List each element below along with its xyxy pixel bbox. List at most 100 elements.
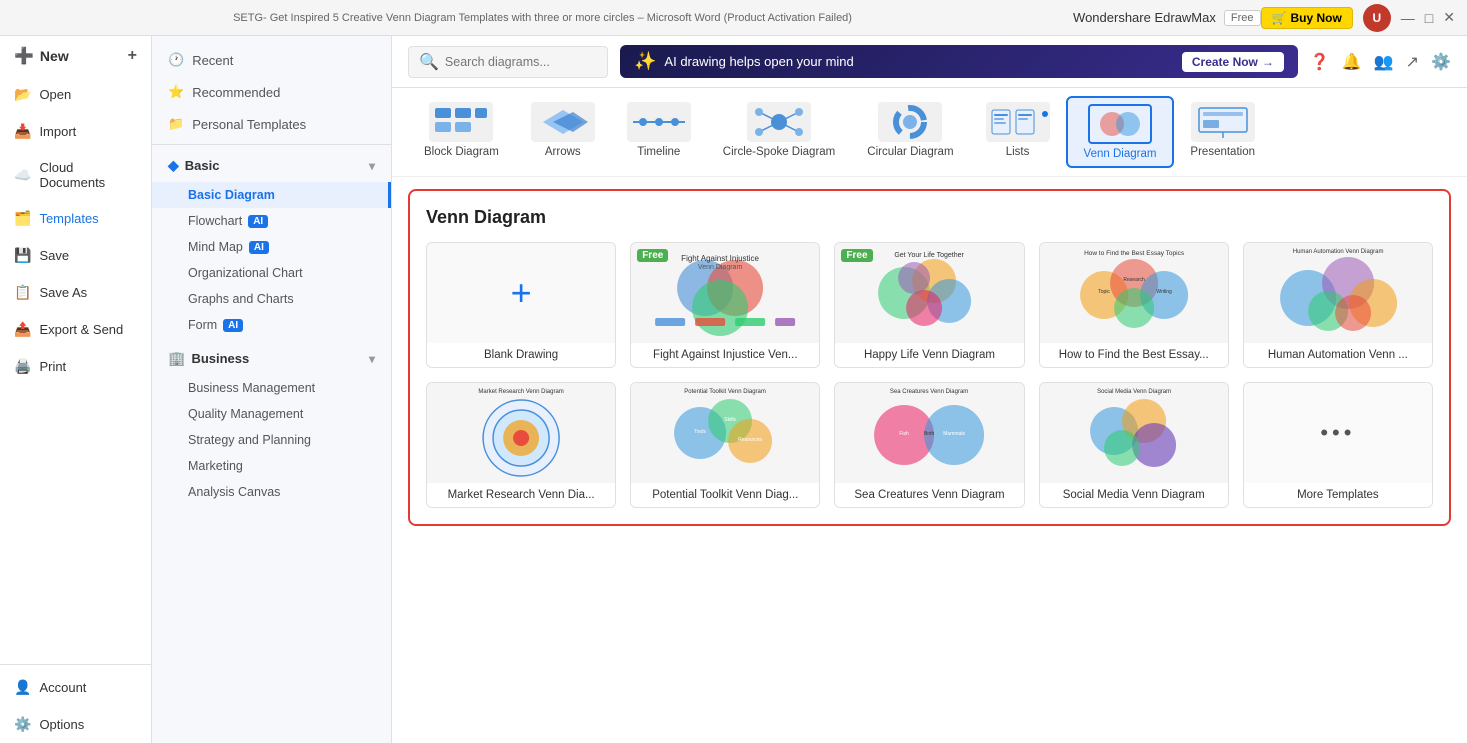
lists-thumb bbox=[986, 102, 1050, 142]
left-panel-marketing[interactable]: Marketing bbox=[152, 453, 391, 479]
notification-icon[interactable]: 🔔 bbox=[1342, 52, 1362, 72]
diagram-type-circular[interactable]: Circular Diagram bbox=[851, 96, 969, 168]
search-icon: 🔍 bbox=[419, 52, 439, 72]
sidebar-item-account[interactable]: 👤 Account bbox=[0, 669, 151, 706]
sidebar-export-label: Export & Send bbox=[39, 322, 123, 337]
venn-label: Venn Diagram bbox=[1084, 148, 1157, 160]
sidebar-item-export[interactable]: 📤 Export & Send bbox=[0, 311, 151, 348]
diagram-type-lists[interactable]: Lists bbox=[970, 96, 1066, 168]
create-now-button[interactable]: Create Now → bbox=[1182, 52, 1284, 72]
share-icon[interactable]: ↗ bbox=[1406, 52, 1419, 72]
svg-text:Social Media Venn Diagram: Social Media Venn Diagram bbox=[1097, 389, 1171, 395]
left-panel-basic-diagram[interactable]: Basic Diagram bbox=[152, 182, 391, 208]
diagram-type-timeline[interactable]: Timeline bbox=[611, 96, 707, 168]
left-panel-strategy[interactable]: Strategy and Planning bbox=[152, 427, 391, 453]
essay-label: How to Find the Best Essay... bbox=[1040, 343, 1228, 367]
svg-text:Topic: Topic bbox=[1098, 289, 1110, 295]
community-icon[interactable]: 👥 bbox=[1374, 52, 1394, 72]
more-templates-label: More Templates bbox=[1244, 483, 1432, 507]
sidebar-import-label: Import bbox=[39, 124, 76, 139]
left-panel-quality[interactable]: Quality Management bbox=[152, 401, 391, 427]
options-icon: ⚙️ bbox=[14, 716, 31, 733]
venn-thumb bbox=[1088, 104, 1152, 144]
recommended-icon: ⭐ bbox=[168, 84, 184, 100]
template-card-fight-injustice[interactable]: Free Fight Against Injustice Venn bbox=[630, 242, 820, 368]
market-research-label: Market Research Venn Dia... bbox=[427, 483, 615, 507]
diagram-type-venn[interactable]: Venn Diagram bbox=[1066, 96, 1175, 168]
more-dots: ••• bbox=[1320, 420, 1355, 446]
template-card-more[interactable]: ••• More Templates bbox=[1243, 382, 1433, 508]
diagram-type-block[interactable]: Block Diagram bbox=[408, 96, 515, 168]
org-chart-label: Organizational Chart bbox=[188, 266, 303, 280]
search-input[interactable] bbox=[445, 55, 585, 69]
ai-banner[interactable]: ✨ AI drawing helps open your mind Create… bbox=[620, 45, 1298, 78]
left-panel-analysis[interactable]: Analysis Canvas bbox=[152, 479, 391, 505]
mind-map-label: Mind Map bbox=[188, 240, 243, 254]
maximize-button[interactable]: □ bbox=[1425, 10, 1433, 26]
ai-badge-form: AI bbox=[223, 319, 243, 332]
svg-text:Human Automation Venn Diagram: Human Automation Venn Diagram bbox=[1293, 249, 1384, 255]
chevron-down-icon-biz: ▾ bbox=[369, 352, 375, 366]
diagram-type-row: Block Diagram Arrows Timeline bbox=[392, 88, 1467, 177]
new-icon: ➕ bbox=[14, 46, 34, 66]
question-icon[interactable]: ❓ bbox=[1310, 52, 1330, 72]
sidebar-item-new[interactable]: ➕ New + bbox=[0, 36, 151, 76]
timeline-label: Timeline bbox=[637, 146, 680, 158]
left-panel-flowchart[interactable]: Flowchart AI bbox=[152, 208, 391, 234]
diagram-type-arrows[interactable]: Arrows bbox=[515, 96, 611, 168]
left-panel-basic-section[interactable]: ◆ Basic ▾ bbox=[152, 149, 391, 182]
arrows-label: Arrows bbox=[545, 146, 581, 158]
save-icon: 💾 bbox=[14, 247, 31, 264]
sidebar-item-save[interactable]: 💾 Save bbox=[0, 237, 151, 274]
sidebar-item-save-as[interactable]: 📋 Save As bbox=[0, 274, 151, 311]
circular-thumb bbox=[878, 102, 942, 142]
sidebar-item-options[interactable]: ⚙️ Options bbox=[0, 706, 151, 743]
left-panel-recent[interactable]: 🕐 Recent bbox=[152, 44, 391, 76]
svg-text:Potential Toolkit Venn Diagram: Potential Toolkit Venn Diagram bbox=[684, 389, 766, 395]
sidebar-account-label: Account bbox=[39, 680, 86, 695]
app-title-area: Wondershare EdrawMax Free bbox=[1073, 10, 1260, 26]
sidebar-item-cloud[interactable]: ☁️ Cloud Documents bbox=[0, 150, 151, 200]
app-title: Wondershare EdrawMax bbox=[1073, 10, 1216, 25]
diagram-type-presentation[interactable]: Presentation bbox=[1174, 96, 1271, 168]
left-panel-mind-map[interactable]: Mind Map AI bbox=[152, 234, 391, 260]
left-panel-personal[interactable]: 📁 Personal Templates bbox=[152, 108, 391, 140]
diagram-type-circle-spoke[interactable]: Circle-Spoke Diagram bbox=[707, 96, 851, 168]
settings-icon[interactable]: ⚙️ bbox=[1431, 52, 1451, 72]
user-avatar[interactable]: U bbox=[1363, 4, 1391, 32]
cart-icon: 🛒 bbox=[1272, 11, 1287, 25]
template-card-human-auto[interactable]: Human Automation Venn Diagram Human Auto… bbox=[1243, 242, 1433, 368]
template-card-happy-life[interactable]: Free Get Your Life Together Happy Life V… bbox=[834, 242, 1024, 368]
block-diagram-thumb bbox=[429, 102, 493, 142]
sidebar-item-open[interactable]: 📂 Open bbox=[0, 76, 151, 113]
template-card-sea-creatures[interactable]: Sea Creatures Venn Diagram Fish Both Mam… bbox=[834, 382, 1024, 508]
sidebar-item-print[interactable]: 🖨️ Print bbox=[0, 348, 151, 385]
tab-title: SETG- Get Inspired 5 Creative Venn Diagr… bbox=[12, 12, 1073, 24]
venn-diagram-section: Venn Diagram + Blank Drawing Free bbox=[408, 189, 1451, 526]
left-panel-graphs[interactable]: Graphs and Charts bbox=[152, 286, 391, 312]
sidebar-item-import[interactable]: 📥 Import bbox=[0, 113, 151, 150]
buy-now-button[interactable]: 🛒 Buy Now bbox=[1261, 7, 1353, 29]
template-card-social-media[interactable]: Social Media Venn Diagram Social Media V… bbox=[1039, 382, 1229, 508]
happy-life-thumb: Free Get Your Life Together bbox=[835, 243, 1023, 343]
plus-icon: + bbox=[128, 47, 137, 65]
search-box[interactable]: 🔍 bbox=[408, 46, 608, 78]
minimize-button[interactable]: — bbox=[1401, 10, 1415, 26]
template-card-essay[interactable]: How to Find the Best Essay Topics Topic … bbox=[1039, 242, 1229, 368]
cloud-icon: ☁️ bbox=[14, 167, 31, 184]
save-as-icon: 📋 bbox=[14, 284, 31, 301]
template-card-blank[interactable]: + Blank Drawing bbox=[426, 242, 616, 368]
social-media-thumb: Social Media Venn Diagram bbox=[1040, 383, 1228, 483]
left-panel-recommended[interactable]: ⭐ Recommended bbox=[152, 76, 391, 108]
left-panel-org-chart[interactable]: Organizational Chart bbox=[152, 260, 391, 286]
template-card-potential-toolkit[interactable]: Potential Toolkit Venn Diagram Tools Ski… bbox=[630, 382, 820, 508]
left-panel-business-section[interactable]: 🏢 Business ▾ bbox=[152, 342, 391, 375]
social-media-label: Social Media Venn Diagram bbox=[1040, 483, 1228, 507]
close-button[interactable]: ✕ bbox=[1443, 9, 1455, 26]
recent-icon: 🕐 bbox=[168, 52, 184, 68]
sidebar-item-templates[interactable]: 🗂️ Templates bbox=[0, 200, 151, 237]
left-panel-biz-mgmt[interactable]: Business Management bbox=[152, 375, 391, 401]
template-card-market-research[interactable]: Market Research Venn Diagram Market Rese… bbox=[426, 382, 616, 508]
left-panel-form[interactable]: Form AI bbox=[152, 312, 391, 338]
quality-label: Quality Management bbox=[188, 407, 303, 421]
